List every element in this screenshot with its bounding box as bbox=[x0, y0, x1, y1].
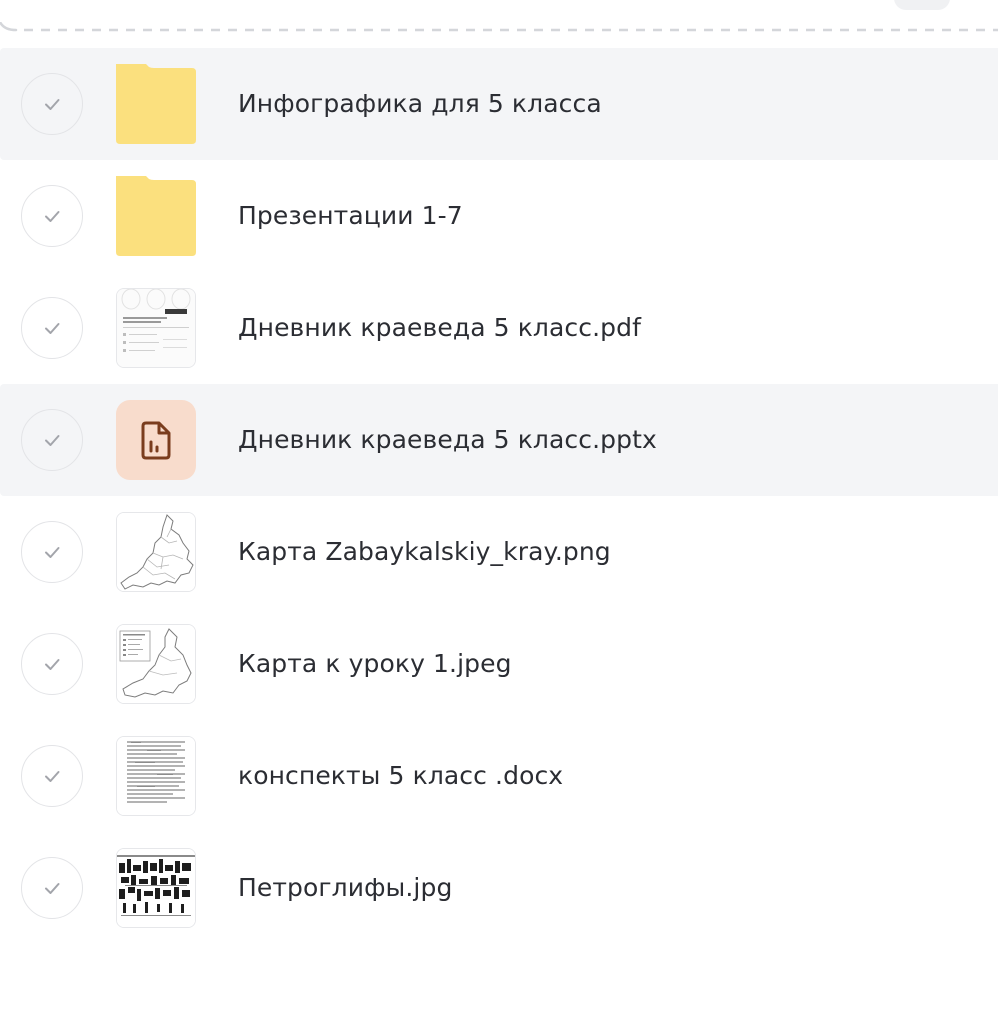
file-row[interactable]: Карта к уроку 1.jpeg bbox=[0, 608, 998, 720]
folder-icon bbox=[116, 64, 196, 144]
select-checkbox[interactable] bbox=[21, 521, 83, 583]
pdf-thumbnail bbox=[116, 288, 196, 368]
petroglyphs-thumbnail bbox=[116, 848, 196, 928]
dashed-divider bbox=[0, 22, 998, 38]
file-row[interactable]: Петроглифы.jpg bbox=[0, 832, 998, 944]
folder-icon bbox=[116, 176, 196, 256]
check-icon bbox=[45, 211, 60, 222]
toolbar-button[interactable] bbox=[894, 0, 950, 10]
select-checkbox[interactable] bbox=[21, 409, 83, 471]
check-icon bbox=[45, 435, 60, 446]
map-thumbnail bbox=[116, 512, 196, 592]
select-checkbox[interactable] bbox=[21, 73, 83, 135]
file-row[interactable]: Инфографика для 5 класса bbox=[0, 48, 998, 160]
file-row[interactable]: Карта Zabaykalskiy_kray.png bbox=[0, 496, 998, 608]
select-checkbox[interactable] bbox=[21, 297, 83, 359]
check-icon bbox=[45, 659, 60, 670]
file-row[interactable]: Презентации 1-7 bbox=[0, 160, 998, 272]
check-icon bbox=[45, 99, 60, 110]
file-name: Инфографика для 5 класса bbox=[238, 89, 602, 118]
file-name: Карта к уроку 1.jpeg bbox=[238, 649, 512, 678]
map-thumbnail bbox=[116, 624, 196, 704]
file-name: Петроглифы.jpg bbox=[238, 873, 453, 902]
toolbar-area bbox=[0, 0, 998, 40]
select-checkbox[interactable] bbox=[21, 745, 83, 807]
file-list: Инфографика для 5 класса Презентации 1-7 bbox=[0, 48, 998, 944]
document-thumbnail bbox=[116, 736, 196, 816]
file-row[interactable]: Дневник краеведа 5 класс.pdf bbox=[0, 272, 998, 384]
check-icon bbox=[45, 771, 60, 782]
check-icon bbox=[45, 883, 60, 894]
check-icon bbox=[45, 323, 60, 334]
file-name: Дневник краеведа 5 класс.pptx bbox=[238, 425, 657, 454]
file-name: конспекты 5 класс .docx bbox=[238, 761, 564, 790]
file-row[interactable]: конспекты 5 класс .docx bbox=[0, 720, 998, 832]
file-row[interactable]: Дневник краеведа 5 класс.pptx bbox=[0, 384, 998, 496]
select-checkbox[interactable] bbox=[21, 857, 83, 919]
file-browser: Инфографика для 5 класса Презентации 1-7 bbox=[0, 0, 998, 1028]
file-name: Презентации 1-7 bbox=[238, 201, 463, 230]
file-name: Карта Zabaykalskiy_kray.png bbox=[238, 537, 611, 566]
presentation-file-icon bbox=[116, 400, 196, 480]
select-checkbox[interactable] bbox=[21, 633, 83, 695]
check-icon bbox=[45, 547, 60, 558]
select-checkbox[interactable] bbox=[21, 185, 83, 247]
file-name: Дневник краеведа 5 класс.pdf bbox=[238, 313, 641, 342]
